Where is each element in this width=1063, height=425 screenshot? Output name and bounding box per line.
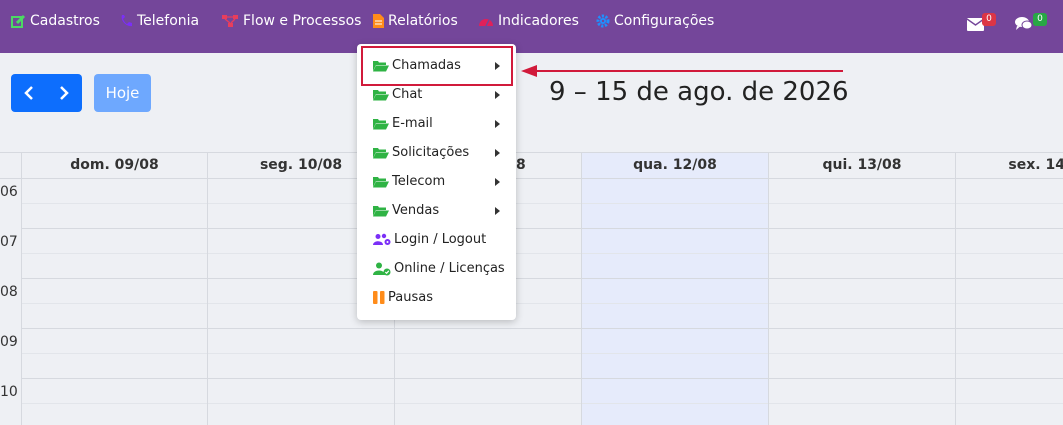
grid-line xyxy=(22,228,1063,229)
folder-open-icon xyxy=(373,176,389,188)
column-divider xyxy=(21,152,22,425)
menu-item-solicitacoes[interactable]: Solicitações xyxy=(357,138,516,167)
menu-item-pausas[interactable]: Pausas xyxy=(357,283,516,312)
column-divider xyxy=(768,152,769,425)
menu-item-label: Online / Licenças xyxy=(394,261,505,276)
user-check-icon xyxy=(373,262,391,276)
grid-line xyxy=(22,203,1063,204)
edit-icon xyxy=(11,14,26,28)
chat-button[interactable] xyxy=(1015,16,1033,36)
comments-icon xyxy=(1015,17,1033,30)
grid-line xyxy=(22,353,1063,354)
menu-item-chamadas[interactable]: Chamadas xyxy=(357,51,516,80)
chat-count-badge: 0 xyxy=(1033,13,1047,26)
reports-dropdown-menu: Chamadas Chat E-mail Solicitações Teleco… xyxy=(357,44,516,320)
column-divider xyxy=(955,152,956,425)
menu-item-label: Pausas xyxy=(388,290,433,305)
folder-open-icon xyxy=(373,205,389,217)
nav-flow-processos[interactable]: Flow e Processos xyxy=(222,0,361,42)
caret-right-icon xyxy=(495,120,500,128)
folder-open-icon xyxy=(373,60,389,72)
menu-item-email[interactable]: E-mail xyxy=(357,109,516,138)
day-header-wed[interactable]: qua. 12/08 xyxy=(582,152,768,178)
chevron-right-icon xyxy=(60,86,69,100)
day-header-fri-clip: sex. 14/08 xyxy=(956,152,1063,178)
chevron-left-icon xyxy=(23,86,33,100)
gear-icon xyxy=(596,14,610,28)
next-week-button[interactable] xyxy=(46,74,82,112)
caret-right-icon xyxy=(495,207,500,215)
caret-right-icon xyxy=(495,178,500,186)
hour-label-06: 06 xyxy=(0,184,18,200)
nav-cadastros-label: Cadastros xyxy=(30,13,100,29)
calendar-grid: dom. 09/08 seg. 10/08 ter. 11/08 qua. 12… xyxy=(0,152,1063,425)
nav-telefonia[interactable]: Telefonia xyxy=(120,0,199,42)
menu-item-label: Telecom xyxy=(392,174,446,189)
phone-icon xyxy=(121,15,132,27)
gauge-icon xyxy=(479,19,493,27)
menu-item-label: Chamadas xyxy=(392,58,461,73)
users-gear-icon xyxy=(373,233,391,246)
column-divider xyxy=(207,152,208,425)
menu-item-label: E-mail xyxy=(392,116,433,131)
menu-item-label: Solicitações xyxy=(392,145,470,160)
hour-label-08: 08 xyxy=(0,284,18,300)
pause-icon xyxy=(373,291,385,304)
menu-item-chat[interactable]: Chat xyxy=(357,80,516,109)
flow-icon xyxy=(222,15,238,27)
nav-configuracoes[interactable]: Configurações xyxy=(596,0,714,42)
nav-relatorios-label: Relatórios xyxy=(388,13,458,29)
nav-indicadores[interactable]: Indicadores xyxy=(478,0,579,42)
hour-label-10: 10 xyxy=(0,384,18,400)
nav-relatorios[interactable]: Relatórios xyxy=(373,0,458,42)
top-navbar: Cadastros Telefonia Flow e Processos Rel… xyxy=(0,0,1063,53)
column-divider xyxy=(581,152,582,425)
grid-line xyxy=(22,378,1063,379)
folder-open-icon xyxy=(373,89,389,101)
grid-line xyxy=(22,303,1063,304)
day-header-sun[interactable]: dom. 09/08 xyxy=(22,152,207,178)
grid-line xyxy=(22,403,1063,404)
folder-open-icon xyxy=(373,118,389,130)
menu-item-online-licencas[interactable]: Online / Licenças xyxy=(357,254,516,283)
day-header-thu[interactable]: qui. 13/08 xyxy=(769,152,955,178)
menu-item-label: Vendas xyxy=(392,203,440,218)
today-button[interactable]: Hoje xyxy=(94,74,151,112)
grid-line xyxy=(22,328,1063,329)
hour-label-07: 07 xyxy=(0,234,18,250)
caret-right-icon xyxy=(495,91,500,99)
file-icon xyxy=(373,14,384,28)
caret-right-icon xyxy=(495,149,500,157)
annotation-arrow xyxy=(521,65,843,77)
calendar-title: 9 – 15 de ago. de 2026 xyxy=(549,77,849,107)
menu-item-login-logout[interactable]: Login / Logout xyxy=(357,225,516,254)
caret-right-icon xyxy=(495,62,500,70)
folder-open-icon xyxy=(373,147,389,159)
nav-telefonia-label: Telefonia xyxy=(137,13,200,29)
nav-flow-label: Flow e Processos xyxy=(243,13,362,29)
prev-week-button[interactable] xyxy=(11,74,46,112)
menu-item-telecom[interactable]: Telecom xyxy=(357,167,516,196)
menu-item-label: Chat xyxy=(392,87,423,102)
mail-count-badge: 0 xyxy=(982,13,996,26)
grid-line xyxy=(0,178,1063,179)
menu-item-label: Login / Logout xyxy=(394,232,487,247)
today-column xyxy=(582,152,768,425)
grid-line xyxy=(22,278,1063,279)
nav-indicadores-label: Indicadores xyxy=(498,13,579,29)
nav-configuracoes-label: Configurações xyxy=(614,13,715,29)
menu-item-vendas[interactable]: Vendas xyxy=(357,196,516,225)
nav-cadastros[interactable]: Cadastros xyxy=(11,0,100,42)
grid-line xyxy=(22,253,1063,254)
hour-label-09: 09 xyxy=(0,334,18,350)
day-header-fri[interactable]: sex. 14/08 xyxy=(956,152,1063,178)
